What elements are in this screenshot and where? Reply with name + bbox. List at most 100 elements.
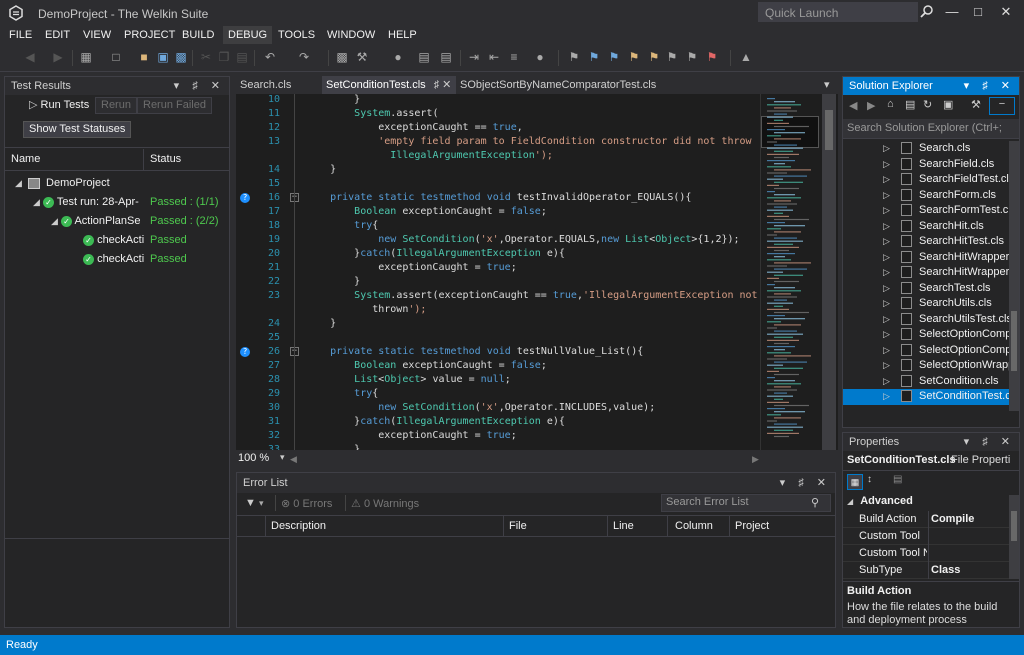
alphabetical-icon[interactable]: ↕ xyxy=(867,474,872,485)
solution-item[interactable]: ▷ SearchForm.cls xyxy=(843,188,1019,204)
minimize-icon[interactable]: — xyxy=(940,3,964,21)
solution-item[interactable]: ▷ SelectOptionComp xyxy=(843,327,1019,343)
prev-in-doc-icon[interactable]: ⚑ xyxy=(664,49,680,65)
code-line[interactable]: 18 try{ xyxy=(236,219,760,233)
solution-item[interactable]: ▷ SearchUtilsTest.cls xyxy=(843,312,1019,328)
expand-icon[interactable]: ▷ xyxy=(883,219,890,235)
expand-icon[interactable]: ◢ xyxy=(51,216,58,226)
find-icon[interactable]: ● xyxy=(532,49,548,65)
solution-item[interactable]: ▷ SearchField.cls xyxy=(843,157,1019,173)
collapse-all-icon[interactable]: ▣ xyxy=(943,98,953,111)
code-hint-icon[interactable]: ? xyxy=(240,347,250,357)
column-column[interactable]: Column xyxy=(675,520,713,532)
code-line[interactable]: 14 } xyxy=(236,163,760,177)
tree-row[interactable]: ◢ DemoProject xyxy=(15,174,110,193)
expand-icon[interactable]: ▷ xyxy=(883,312,890,328)
expand-icon[interactable]: ▷ xyxy=(883,141,890,157)
code-line[interactable]: 15 xyxy=(236,177,760,191)
solution-item[interactable]: ▷ SearchFieldTest.cls xyxy=(843,172,1019,188)
expand-icon[interactable]: ▷ xyxy=(883,343,890,359)
refresh-icon[interactable]: ↻ xyxy=(923,98,932,111)
solution-item[interactable]: ▷ SearchHit.cls xyxy=(843,219,1019,235)
column-project[interactable]: Project xyxy=(735,520,769,532)
search-icon[interactable] xyxy=(920,4,934,18)
run-tests-button[interactable]: ▷ Run Tests xyxy=(23,97,95,114)
code-line[interactable]: 23 System.assert(exceptionCaught == true… xyxy=(236,289,760,303)
properties-icon[interactable]: ⚒ xyxy=(971,98,981,111)
warnings-filter-button[interactable]: ⚠ 0 Warnings xyxy=(351,497,419,510)
expand-icon[interactable]: ▷ xyxy=(883,188,890,204)
expand-icon[interactable]: ▷ xyxy=(883,296,890,312)
property-row[interactable]: SubType Class xyxy=(843,562,1009,579)
next-in-doc-icon[interactable]: ⚑ xyxy=(684,49,700,65)
solution-item[interactable]: ▷ SelectOptionWrapp xyxy=(843,358,1019,374)
tree-row[interactable]: ◢ ✓ Test run: 28-Apr- xyxy=(33,193,139,212)
code-line[interactable]: 19 new SetCondition('x',Operator.EQUALS,… xyxy=(236,233,760,247)
zoom-dropdown-icon[interactable]: ▾ xyxy=(280,452,285,463)
categorized-icon[interactable]: ▦ xyxy=(847,474,863,490)
menu-view[interactable]: VIEW xyxy=(78,26,116,44)
column-status-header[interactable]: Status xyxy=(150,153,181,165)
expand-icon[interactable]: ▷ xyxy=(883,358,890,374)
expand-icon[interactable]: ▷ xyxy=(883,327,890,343)
comment-icon[interactable]: ▤ xyxy=(416,49,432,65)
indent-icon[interactable]: ⇥ xyxy=(466,49,482,65)
properties-scrollbar[interactable] xyxy=(1009,495,1019,579)
code-line[interactable]: 29 try{ xyxy=(236,387,760,401)
collapse-icon[interactable]: ◢ xyxy=(847,497,853,506)
scroll-thumb[interactable] xyxy=(1011,511,1017,541)
search-solution-explorer-input[interactable]: Search Solution Explorer (Ctrl+; xyxy=(843,119,1019,139)
tree-row[interactable]: ◢ ✓ ActionPlanSe xyxy=(51,212,140,231)
panel-window-controls-icon[interactable]: ▾ ♯ ✕ xyxy=(964,433,1015,451)
rerun-button[interactable]: Rerun xyxy=(95,97,137,114)
tab-setconditiontest[interactable]: SetConditionTest.cls ♯ ✕ xyxy=(322,76,456,94)
maximize-icon[interactable]: □ xyxy=(966,3,990,21)
solution-item[interactable]: ▷ SearchHitTest.cls xyxy=(843,234,1019,250)
code-line[interactable]: 20 }catch(IllegalArgumentException e){ xyxy=(236,247,760,261)
uncomment-icon[interactable]: ▤ xyxy=(438,49,454,65)
code-line[interactable]: thrown'); xyxy=(236,303,760,317)
code-line[interactable]: 30 new SetCondition('x',Operator.INCLUDE… xyxy=(236,401,760,415)
solution-item[interactable]: ▷ SearchHitWrapperT xyxy=(843,265,1019,281)
expand-icon[interactable]: ▷ xyxy=(883,374,890,390)
menu-edit[interactable]: EDIT xyxy=(40,26,75,44)
menu-help[interactable]: HELP xyxy=(383,26,422,44)
tree-row[interactable]: ✓ checkActi xyxy=(83,250,144,269)
property-pages-icon[interactable]: ▤ xyxy=(893,474,902,485)
property-row[interactable]: Build Action Compile xyxy=(843,511,1009,528)
property-row[interactable]: Custom Tool N xyxy=(843,545,1009,562)
publish-icon[interactable]: ▲ xyxy=(738,49,754,65)
code-line[interactable]: 11 System.assert( xyxy=(236,107,760,121)
menu-window[interactable]: WINDOW xyxy=(322,26,380,44)
property-row[interactable]: Custom Tool xyxy=(843,528,1009,545)
open-folder-icon[interactable]: ■ xyxy=(136,49,152,65)
prev-in-folder-icon[interactable]: ⚑ xyxy=(626,49,642,65)
code-line[interactable]: 10 } xyxy=(236,94,760,107)
zoom-level[interactable]: 100 % xyxy=(238,452,269,464)
outdent-icon[interactable]: ⇤ xyxy=(486,49,502,65)
column-file[interactable]: File xyxy=(509,520,527,532)
panel-window-controls-icon[interactable]: ▾ ♯ ✕ xyxy=(174,77,225,95)
quick-launch-input[interactable]: Quick Launch xyxy=(758,2,918,22)
solution-item[interactable]: ▷ SearchFormTest.cls xyxy=(843,203,1019,219)
code-line[interactable]: 22 } xyxy=(236,275,760,289)
menu-tools[interactable]: TOOLS xyxy=(273,26,320,44)
expand-icon[interactable]: ◢ xyxy=(33,197,40,207)
panel-window-controls-icon[interactable]: ▾ ♯ ✕ xyxy=(964,77,1015,95)
property-value[interactable]: Compile xyxy=(931,513,974,525)
rerun-failed-button[interactable]: Rerun Failed xyxy=(137,97,212,114)
code-line[interactable]: 24 } xyxy=(236,317,760,331)
paste-icon[interactable]: ▤ xyxy=(234,49,250,65)
code-line[interactable]: 13 'empty field param to FieldCondition … xyxy=(236,135,760,149)
menu-build[interactable]: BUILD xyxy=(177,26,219,44)
filter-dropdown-icon[interactable]: ▾ xyxy=(259,498,264,509)
solution-item[interactable]: ▷ SetConditionTest.cls xyxy=(843,389,1019,405)
menu-debug[interactable]: DEBUG xyxy=(223,26,273,44)
category-row[interactable]: ◢ Advanced xyxy=(843,495,1019,511)
code-line[interactable]: 17 Boolean exceptionCaught = false; xyxy=(236,205,760,219)
tab-pin-icon[interactable]: ♯ xyxy=(434,79,440,91)
save-all-icon[interactable]: ▩ xyxy=(173,49,189,65)
code-line[interactable]: 33 } xyxy=(236,443,760,450)
panel-window-controls-icon[interactable]: ▾ ♯ ✕ xyxy=(780,473,831,493)
column-line[interactable]: Line xyxy=(613,520,634,532)
